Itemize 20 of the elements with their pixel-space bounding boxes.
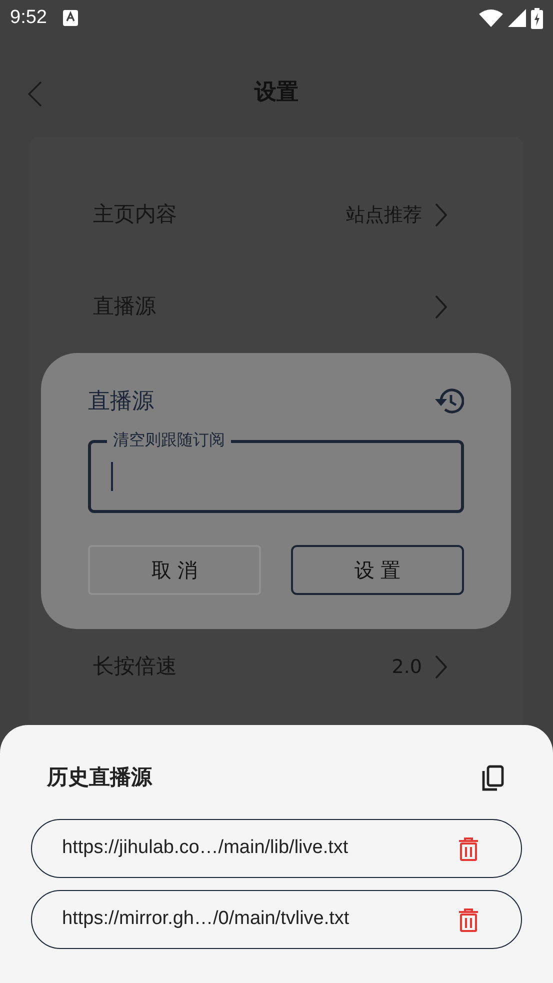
keyboard-icon	[62, 10, 78, 26]
chevron-right-icon	[434, 294, 448, 320]
dialog-button[interactable]: 取 消	[88, 545, 261, 595]
trash-icon[interactable]	[458, 908, 479, 932]
dialog-title: 直播源	[88, 388, 154, 416]
chevron-right-icon	[434, 654, 448, 680]
copy-icon[interactable]	[482, 765, 504, 791]
history-item[interactable]: https://jihulab.co…/main/lib/live.txt	[31, 819, 522, 878]
signal-icon	[508, 9, 526, 27]
source-url: https://mirror.gh…/0/main/tvlive.txt	[62, 907, 350, 932]
history-icon[interactable]	[434, 387, 464, 415]
history-item[interactable]: https://mirror.gh…/0/main/tvlive.txt	[31, 890, 522, 949]
wifi-icon	[479, 9, 503, 27]
source-url: https://jihulab.co…/main/lib/live.txt	[62, 836, 348, 860]
status-time: 9:52	[10, 6, 47, 30]
sheet-title: 历史直播源	[47, 764, 152, 792]
chevron-right-icon	[434, 202, 448, 228]
battery-icon	[531, 8, 543, 28]
dialog-button[interactable]: 设 置	[291, 545, 464, 595]
trash-icon[interactable]	[458, 836, 479, 860]
